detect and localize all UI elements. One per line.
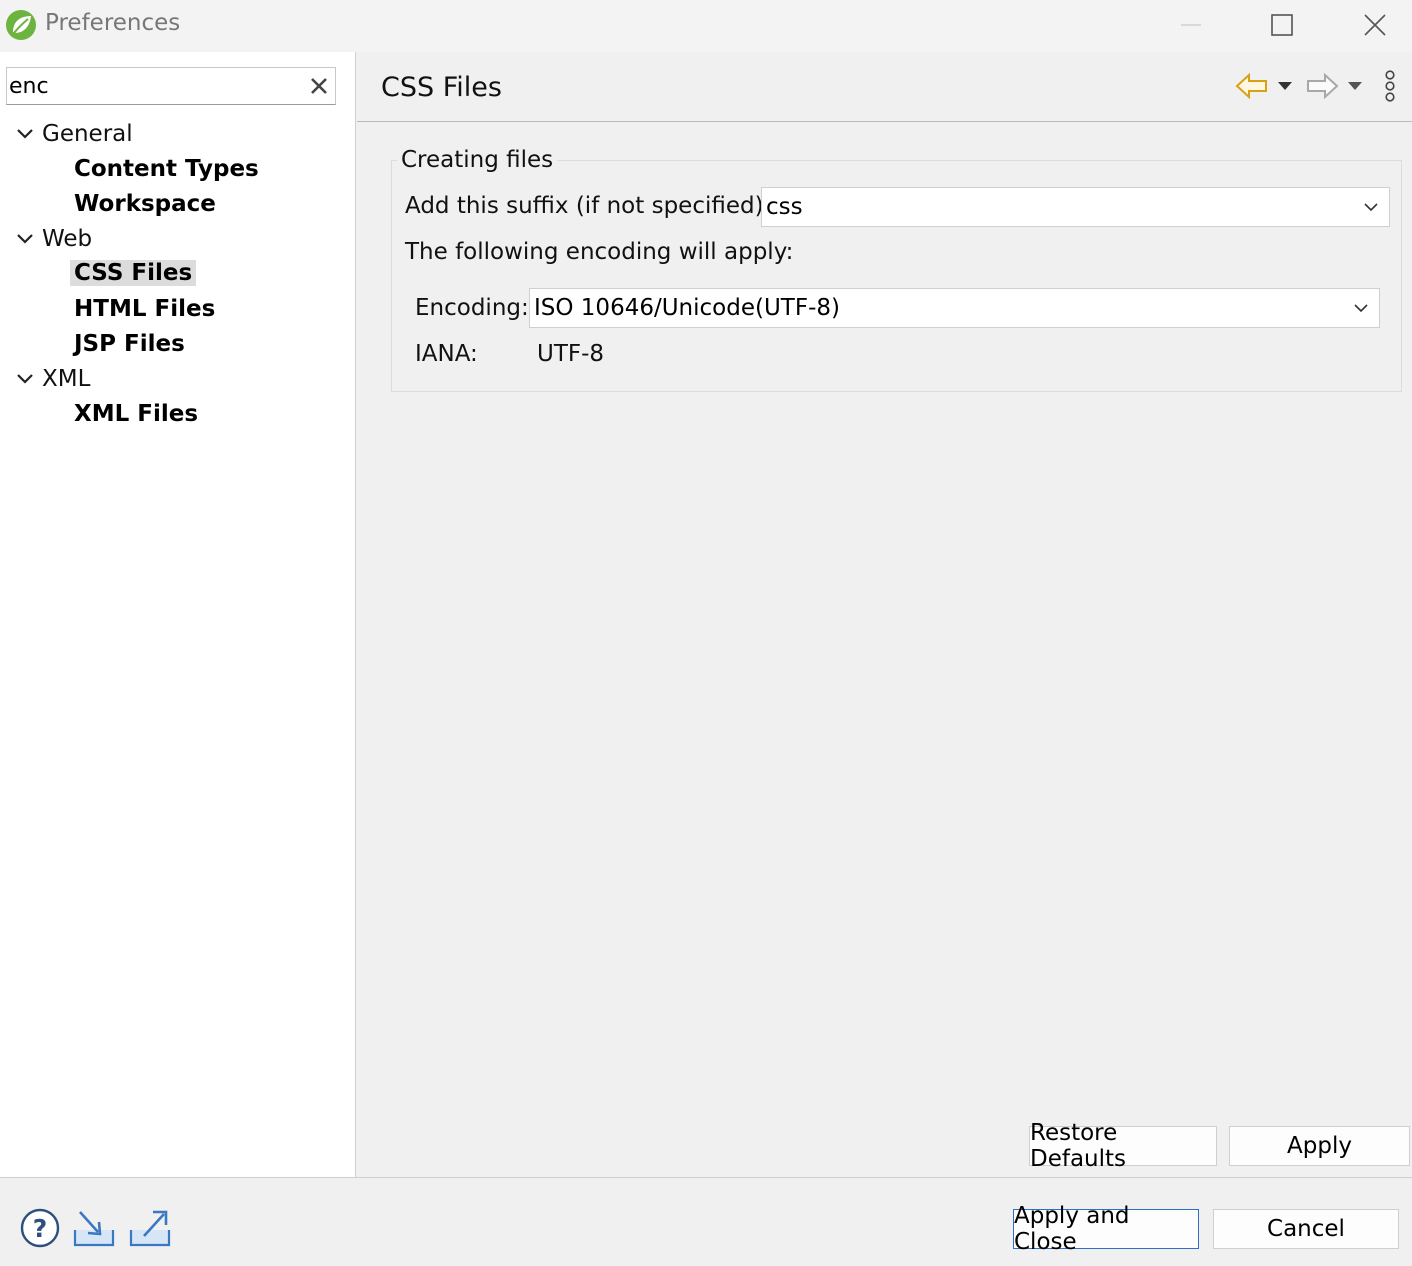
tree-category-label: Web (42, 226, 93, 252)
dialog-button-bar: ? Apply and Close Cancel (0, 1177, 1412, 1266)
minimize-icon (1181, 24, 1201, 26)
forward-history-dropdown[interactable] (1347, 70, 1363, 102)
chevron-down-icon[interactable] (16, 125, 34, 143)
group-title: Creating files (397, 147, 558, 173)
filter-input[interactable] (9, 71, 299, 101)
encoding-intro-label: The following encoding will apply: (405, 239, 794, 265)
help-icon[interactable]: ? (18, 1208, 62, 1248)
clear-filter-icon[interactable] (309, 76, 329, 96)
preferences-window: Preferences General Content Types Worksp… (0, 0, 1412, 1266)
spring-leaf-icon (6, 10, 36, 40)
preference-tree-pane: General Content Types Workspace Web CSS … (0, 52, 356, 1177)
tree-item-html-files[interactable]: HTML Files (70, 292, 219, 326)
back-button[interactable] (1235, 70, 1269, 102)
chevron-down-icon (1364, 203, 1378, 212)
page-header: CSS Files (357, 52, 1412, 122)
chevron-down-icon[interactable] (16, 370, 34, 388)
cancel-button[interactable]: Cancel (1213, 1209, 1399, 1249)
tree-item-label: XML Files (74, 401, 199, 427)
dropdown-triangle-icon (1348, 82, 1362, 90)
tree-item-label: HTML Files (74, 296, 216, 322)
tree-item-label-selected: CSS Files (70, 260, 197, 286)
tree-item-workspace[interactable]: Workspace (70, 187, 220, 221)
tree-category-label: General (42, 121, 133, 147)
back-arrow-icon (1235, 72, 1267, 100)
forward-arrow-icon (1307, 72, 1339, 100)
view-menu-button[interactable] (1383, 70, 1397, 102)
creating-files-group: Creating files Add this suffix (if not s… (391, 147, 1402, 392)
encoding-value: ISO 10646/Unicode(UTF-8) (534, 295, 840, 321)
tree-item-css-files[interactable]: CSS Files (70, 256, 197, 290)
maximize-icon (1271, 14, 1293, 36)
apply-and-close-button[interactable]: Apply and Close (1013, 1203, 1199, 1255)
window-title: Preferences (45, 10, 181, 36)
tree-item-label: Content Types (74, 156, 259, 182)
title-bar: Preferences (0, 0, 1412, 52)
tree-category-web[interactable]: Web (42, 222, 92, 256)
chevron-down-icon (1354, 304, 1368, 313)
tree-item-content-types[interactable]: Content Types (70, 152, 263, 186)
iana-value: UTF-8 (537, 341, 605, 367)
suffix-combo[interactable]: css (761, 187, 1390, 227)
encoding-label: Encoding: (415, 295, 529, 321)
tree-item-label: JSP Files (74, 331, 185, 357)
filter-field[interactable] (6, 67, 336, 105)
tree-category-label: XML (42, 366, 91, 392)
preference-page: CSS Files Creating files Add this suffix… (357, 52, 1412, 1177)
tree-item-xml-files[interactable]: XML Files (70, 397, 202, 431)
more-vertical-icon (1385, 70, 1395, 102)
back-history-dropdown[interactable] (1277, 70, 1293, 102)
restore-defaults-button[interactable]: Restore Defaults (1029, 1120, 1217, 1172)
tree-item-label: Workspace (74, 191, 216, 217)
encoding-combo[interactable]: ISO 10646/Unicode(UTF-8) (529, 288, 1380, 328)
close-button[interactable] (1340, 0, 1410, 50)
forward-button[interactable] (1305, 70, 1339, 102)
apply-button[interactable]: Apply (1229, 1126, 1410, 1166)
dropdown-triangle-icon (1278, 82, 1292, 90)
import-icon[interactable] (72, 1208, 116, 1248)
minimize-button[interactable] (1156, 0, 1226, 50)
page-title: CSS Files (381, 72, 502, 103)
suffix-value: css (766, 194, 803, 220)
export-icon[interactable] (128, 1208, 172, 1248)
suffix-label: Add this suffix (if not specified): (405, 193, 772, 219)
tree-category-xml[interactable]: XML (42, 362, 90, 396)
svg-text:?: ? (33, 1214, 48, 1243)
chevron-down-icon[interactable] (16, 230, 34, 248)
maximize-button[interactable] (1247, 0, 1317, 50)
tree-category-general[interactable]: General (42, 117, 133, 151)
close-icon (1364, 14, 1386, 36)
iana-label: IANA: (415, 341, 478, 367)
tree-item-jsp-files[interactable]: JSP Files (70, 327, 189, 361)
